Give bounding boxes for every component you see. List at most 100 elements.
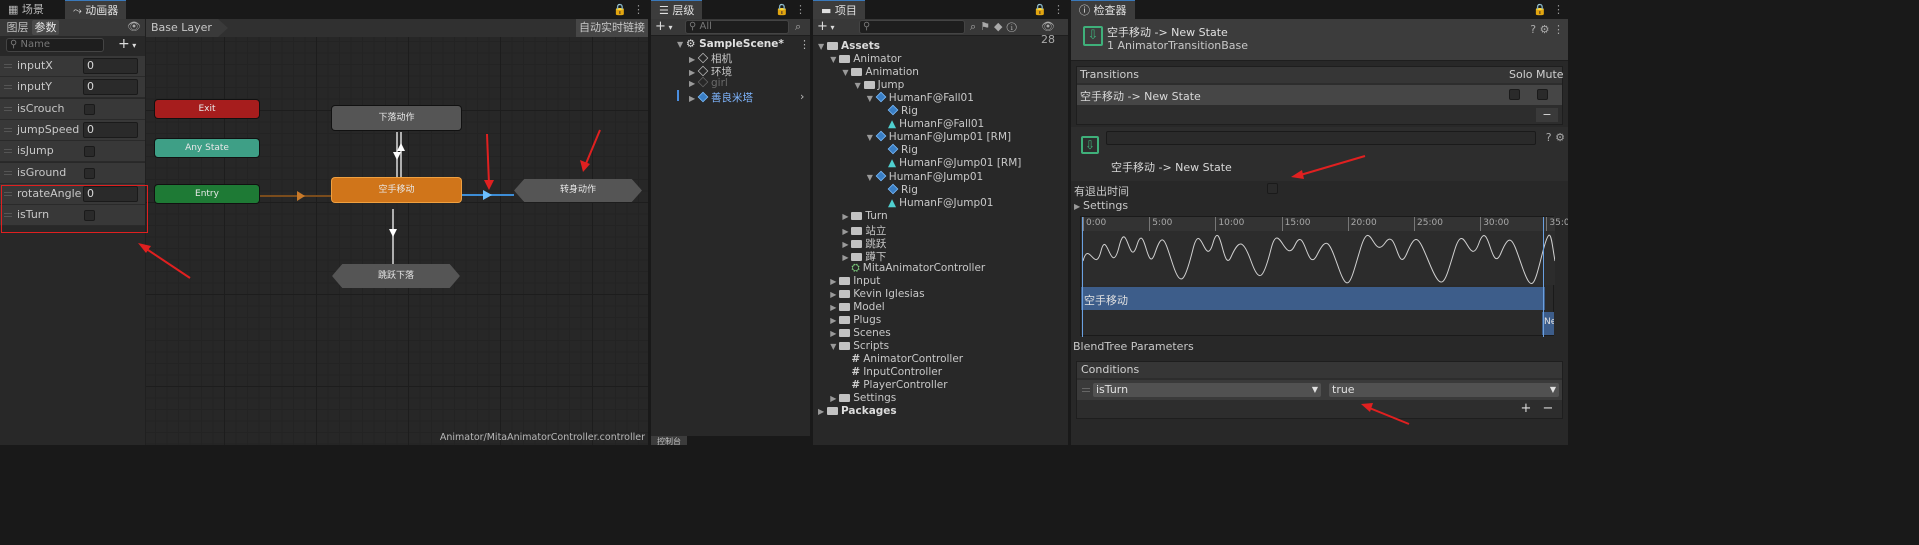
project-item[interactable]: # InputController: [842, 366, 942, 378]
scene-root[interactable]: ▼ ⚙ SampleScene*: [677, 38, 784, 50]
lock-icon[interactable]: 🔒: [775, 3, 789, 16]
expand-icon: ▼: [830, 55, 837, 65]
hierarchy-tab-icons: 🔒 ⋮: [769, 0, 806, 19]
more-icon[interactable]: ⋮: [795, 3, 806, 16]
scene-menu-icon[interactable]: ⋮: [799, 38, 810, 51]
project-item[interactable]: ▼ Animator: [830, 53, 901, 65]
project-item-label: HumanF@Fall01: [888, 92, 974, 105]
hierarchy-panel: ☰ 层级 🔒 ⋮ + ▾ ⚲ All ⌕ ▼ ⚙ SampleScene* ⋮ ▶ 相…: [651, 0, 810, 445]
tab-project[interactable]: ▬ 项目: [813, 0, 865, 19]
project-item-label: AnimatorController: [863, 353, 964, 366]
project-item[interactable]: ▶ Kevin Iglesias: [830, 288, 924, 300]
type-filter-icon[interactable]: ⚑: [980, 20, 994, 33]
hierarchy-item-girl[interactable]: ▶ girl: [689, 76, 728, 89]
collapse-icon: ▶: [689, 94, 696, 103]
folder-icon: [851, 226, 863, 235]
project-item[interactable]: ▼ Animation: [842, 66, 919, 78]
create-button[interactable]: + ▾: [655, 19, 672, 35]
annotation-arrows: [1291, 155, 1410, 425]
project-item[interactable]: ▶ Model: [830, 301, 885, 313]
tab-console[interactable]: 控制台: [651, 436, 687, 445]
animator-panel: ▦ 场景 ⤳ 动画器 🔒 ⋮ 图层 参数 👁 ⚲ Name + ▾ inputX 0…: [0, 0, 648, 445]
lock-icon[interactable]: 🔒: [1033, 3, 1047, 16]
search-scope-icon[interactable]: ⌕: [970, 20, 980, 33]
search-icon: ⚲: [689, 21, 700, 32]
collapse-icon: ▶: [830, 329, 837, 339]
prefab-chevron-icon[interactable]: ›: [800, 90, 804, 103]
project-item[interactable]: # AnimatorController: [842, 353, 963, 365]
script-icon: #: [851, 379, 861, 392]
folder-icon: ▬: [821, 4, 835, 17]
project-item[interactable]: ▶ Settings: [830, 392, 896, 404]
list-icon: ☰: [659, 4, 673, 17]
project-item[interactable]: # PlayerController: [842, 379, 947, 391]
project-item[interactable]: ▼ HumanF@Fall01: [867, 91, 974, 105]
info-icon[interactable]: ⓘ: [1007, 20, 1021, 33]
collapse-icon: ▶: [830, 303, 837, 312]
folder-icon: [851, 211, 863, 220]
label-filter-icon[interactable]: ◆: [994, 20, 1006, 33]
project-item[interactable]: ▶ Turn: [842, 210, 887, 222]
project-search-input[interactable]: ⚲: [859, 20, 965, 34]
hierarchy-search-input[interactable]: ⚲ All: [685, 20, 789, 34]
create-asset-button[interactable]: + ▾: [817, 19, 834, 35]
hierarchy-item-label: girl: [711, 77, 728, 89]
project-item[interactable]: Rig: [879, 144, 918, 156]
avatar-icon: [887, 183, 899, 194]
project-item[interactable]: ▶ Packages: [818, 405, 897, 417]
inspector-panel: ⓘ 检查器 🔒 ⋮ ⇩ 空手移动 -> New State 1 AnimatorT…: [1071, 0, 1568, 445]
hierarchy-tabbar: ☰ 层级 🔒 ⋮: [651, 0, 810, 19]
script-icon: #: [851, 366, 861, 379]
project-item[interactable]: ▼ HumanF@Jump01: [867, 170, 983, 183]
prefab-marker: [677, 90, 679, 101]
model-icon: [875, 170, 887, 181]
project-item-label: Rig: [901, 183, 918, 196]
project-item-label: Assets: [841, 40, 881, 52]
project-item[interactable]: ▶ Input: [830, 275, 880, 287]
project-item[interactable]: ▶ Scenes: [830, 327, 890, 339]
collapse-icon: ▶: [830, 394, 837, 404]
hierarchy-item-mita[interactable]: ▶ 善良米塔: [689, 90, 753, 105]
project-item-label: Rig: [901, 105, 918, 118]
project-item[interactable]: ▲ HumanF@Jump01: [879, 197, 994, 209]
search-options-icon[interactable]: ⌕: [795, 20, 801, 34]
project-item-label: HumanF@Jump01 [RM]: [899, 157, 1022, 170]
project-item-label: Animator: [853, 53, 902, 66]
animation-clip-icon: ▲: [888, 118, 897, 131]
tab-hierarchy[interactable]: ☰ 层级: [651, 0, 703, 19]
project-item[interactable]: ⛭ MitaAnimatorController: [842, 262, 985, 275]
project-tab-icons: 🔒 ⋮: [1027, 0, 1064, 19]
collapse-icon: ▶: [689, 79, 696, 88]
hierarchy-search-placeholder: All: [699, 21, 712, 32]
project-item[interactable]: Rig: [879, 104, 918, 118]
hierarchy-item-label: 善良米塔: [711, 92, 753, 104]
project-item[interactable]: ▶ Plugs: [830, 314, 881, 326]
project-toolbar: + ▾ ⚲ ⌕⚑◆ⓘ 👁28: [813, 19, 1068, 46]
collapse-icon: ▶: [842, 226, 849, 236]
project-item[interactable]: ▲ HumanF@Jump01 [RM]: [879, 157, 1021, 169]
project-item[interactable]: Rig: [879, 183, 918, 196]
project-item-label: Plugs: [853, 314, 882, 327]
eye-icon: 👁: [1041, 20, 1055, 33]
folder-icon: [839, 394, 851, 403]
project-item[interactable]: ▼ Jump: [855, 79, 905, 91]
project-item[interactable]: ▲ HumanF@Fall01: [879, 118, 984, 130]
asset-count-value: 28: [1041, 33, 1055, 46]
folder-icon: [839, 276, 851, 285]
asset-count: 👁28: [1041, 20, 1068, 46]
folder-icon: [851, 252, 863, 261]
project-item[interactable]: ▼ Scripts: [830, 340, 889, 352]
project-item-label: Packages: [841, 405, 897, 418]
project-item-label: PlayerController: [863, 379, 948, 392]
project-item[interactable]: ▼ Assets: [818, 40, 880, 52]
more-icon[interactable]: ⋮: [1053, 3, 1064, 16]
project-item-label: Input: [853, 274, 881, 287]
folder-icon: [827, 407, 838, 416]
expand-icon: ▼: [854, 81, 861, 91]
expand-icon: ▼: [830, 342, 837, 352]
project-item-label: Turn: [865, 209, 888, 222]
unity-icon: ⚙: [686, 38, 700, 50]
expand-icon: ▼: [677, 40, 684, 49]
project-item[interactable]: ▼ HumanF@Jump01 [RM]: [867, 131, 1011, 143]
collapse-icon: ▶: [818, 407, 825, 417]
